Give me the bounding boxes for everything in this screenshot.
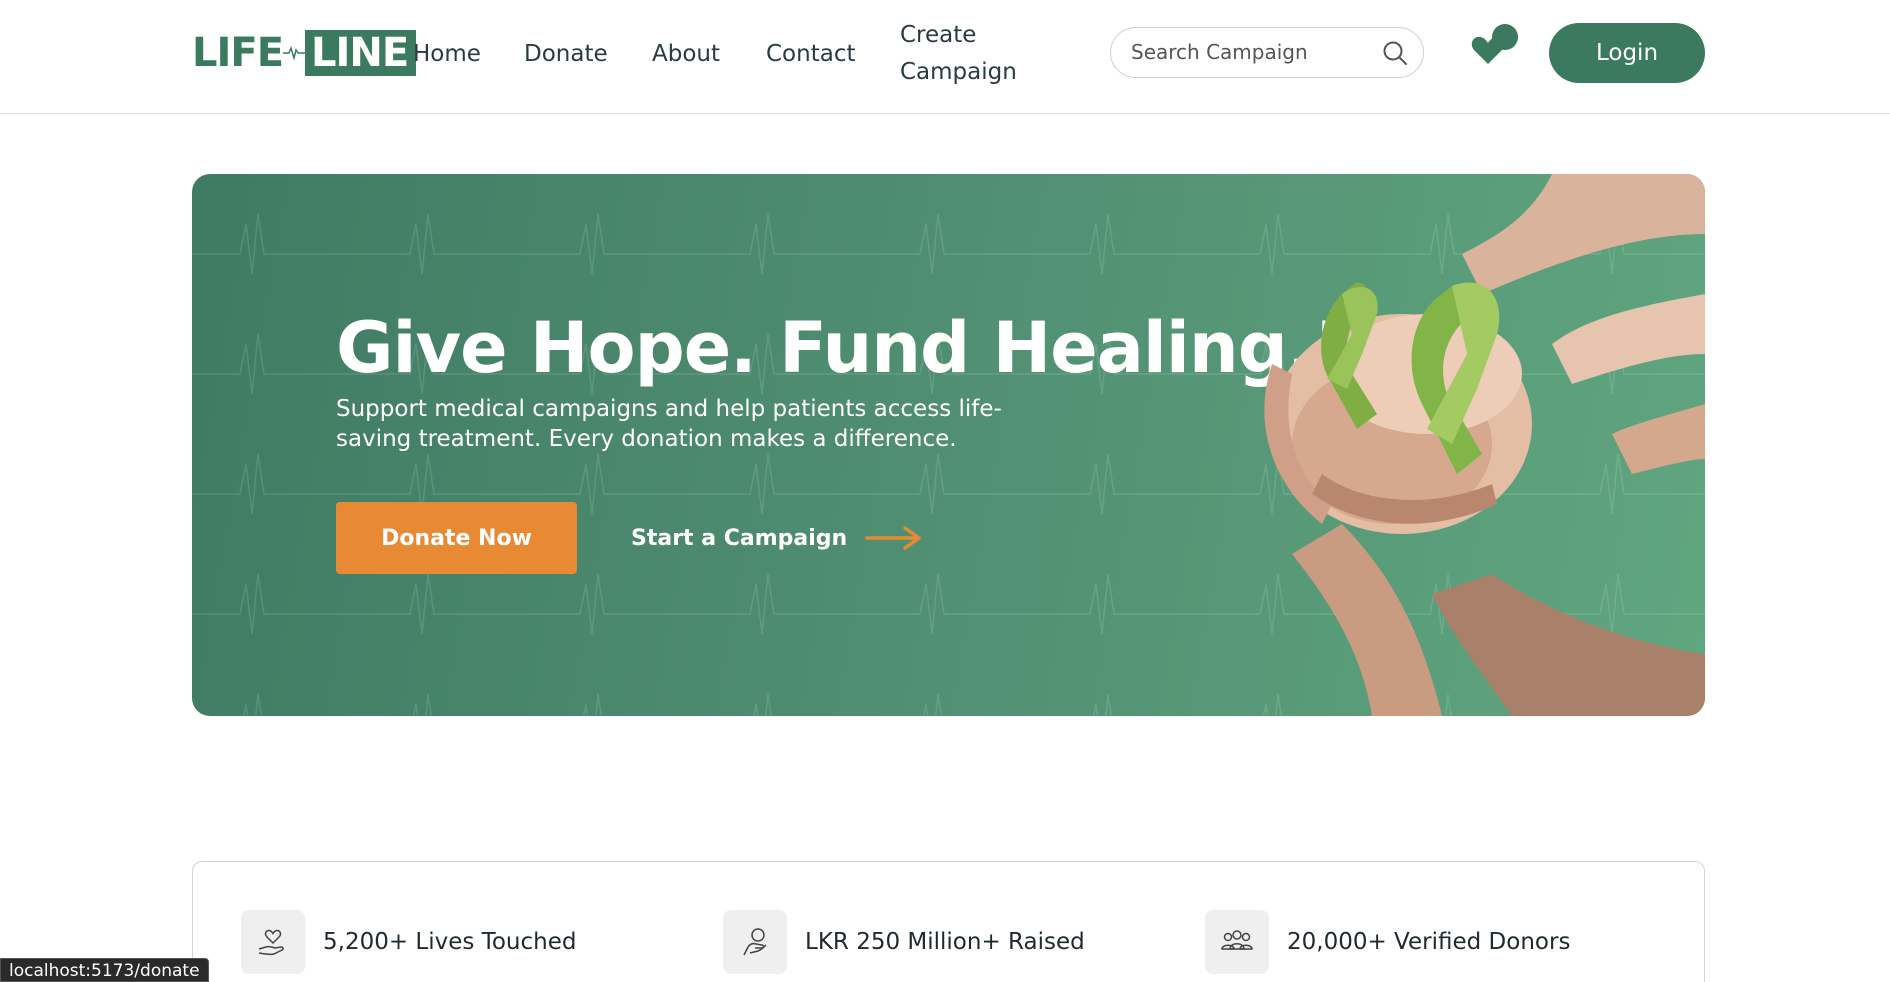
login-button[interactable]: Login: [1549, 23, 1705, 83]
nav-home[interactable]: Home: [413, 41, 481, 67]
logo-box: LINE: [305, 30, 417, 76]
nav-about[interactable]: About: [652, 41, 720, 67]
status-bar-url: localhost:5173/donate: [0, 958, 209, 982]
start-campaign-link[interactable]: Start a Campaign: [631, 520, 923, 556]
search-input[interactable]: [1131, 28, 1371, 76]
stat-lives-label: 5,200+ Lives Touched: [323, 929, 577, 955]
arrow-right-icon: [865, 526, 921, 550]
logo-text-life: LIFE: [192, 30, 284, 76]
stat-donors: 20,000+ Verified Donors: [1205, 910, 1570, 974]
coin-hand-icon: [723, 910, 787, 974]
stat-lives: 5,200+ Lives Touched: [241, 910, 576, 974]
hero-title: Give Hope. Fund Healing.!: [336, 307, 1344, 389]
search-icon[interactable]: [1381, 39, 1409, 67]
donate-now-button[interactable]: Donate Now: [336, 502, 577, 574]
stat-raised-label: LKR 250 Million+ Raised: [805, 929, 1085, 955]
hero-subtitle: Support medical campaigns and help patie…: [336, 396, 1002, 452]
hands-ribbons-image: [1264, 174, 1705, 716]
logo-text-line: LINE: [311, 30, 409, 76]
favorites-button[interactable]: [1470, 22, 1522, 70]
lifeline-logo[interactable]: LIFE LINE: [192, 30, 417, 76]
site-header: LIFE LINE Home Donate About Contact Crea…: [0, 0, 1890, 114]
search-box[interactable]: [1110, 27, 1424, 78]
nav-donate[interactable]: Donate: [524, 41, 608, 67]
heart-hand-icon: [241, 910, 305, 974]
nav-create-campaign[interactable]: Create Campaign: [900, 17, 1030, 91]
stat-raised: LKR 250 Million+ Raised: [723, 910, 1085, 974]
stat-donors-label: 20,000+ Verified Donors: [1287, 929, 1571, 955]
pulse-icon: [283, 30, 306, 76]
stats-panel: 5,200+ Lives Touched LKR 250 Million+ Ra…: [192, 861, 1705, 982]
start-campaign-label: Start a Campaign: [631, 525, 848, 551]
nav-contact[interactable]: Contact: [766, 41, 855, 67]
people-group-icon: [1205, 910, 1269, 974]
notification-badge: [1492, 24, 1518, 50]
hero-banner: Give Hope. Fund Healing.! Support medica…: [192, 174, 1705, 716]
